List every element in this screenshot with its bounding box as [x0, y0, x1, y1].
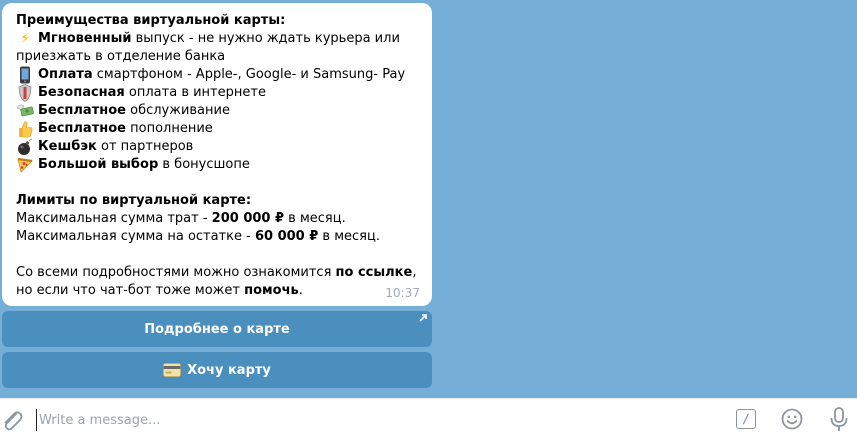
- lightning-icon: ⚡: [20, 31, 30, 47]
- emoji-icon[interactable]: [781, 408, 803, 430]
- external-link-icon: [419, 314, 427, 322]
- message-time: 10:37: [385, 286, 420, 300]
- details-text: Со всеми подробностями можно ознакомится…: [16, 265, 417, 298]
- limits-heading: Лимиты по виртуальной карте:: [16, 193, 252, 208]
- paperclip-icon[interactable]: [0, 408, 24, 434]
- benefits-heading: Преимущества виртуальной карты:: [16, 13, 286, 28]
- benefit-payment: Оплата смартфоном - Apple-, Google- и Sa…: [16, 66, 418, 84]
- limit-balance: Максимальная сумма на остатке - 60 000 ₽…: [16, 229, 380, 244]
- benefit-secure: Безопасная оплата в интернете: [16, 84, 418, 102]
- chat-history: Преимущества виртуальной карты: ⚡ Мгновен…: [0, 0, 857, 398]
- shield-icon: [16, 84, 34, 102]
- more-about-card-label: Подробнее о карте: [144, 321, 290, 337]
- want-card-label: Хочу карту: [187, 362, 271, 378]
- slash-command-icon: /: [743, 412, 749, 426]
- thumbs-up-icon: [16, 120, 34, 138]
- limit-spend: Максимальная сумма трат - 200 000 ₽ в ме…: [16, 211, 346, 226]
- message-input[interactable]: [36, 409, 719, 431]
- benefit-free-topup: Бесплатное пополнение: [16, 120, 418, 138]
- bot-command-button[interactable]: /: [736, 409, 756, 429]
- benefit-cashback: Кешбэк от партнеров: [16, 138, 418, 156]
- bot-message: Преимущества виртуальной карты: ⚡ Мгновен…: [2, 3, 432, 306]
- bomb-icon: [16, 138, 34, 156]
- benefit-bonus-shop: Большой выбор в бонусшопе: [16, 156, 418, 174]
- more-about-card-button[interactable]: Подробнее о карте: [2, 311, 432, 347]
- credit-card-icon: [163, 363, 181, 377]
- message-composer: /: [0, 398, 857, 443]
- want-card-button[interactable]: Хочу карту: [2, 352, 432, 388]
- details-link[interactable]: по ссылке: [336, 265, 413, 280]
- smartphone-icon: [16, 66, 34, 84]
- benefit-instant: ⚡ Мгновенный выпуск - не нужно ждать курь…: [16, 31, 400, 64]
- pizza-icon: [16, 156, 34, 174]
- money-wings-icon: [16, 102, 34, 120]
- microphone-icon[interactable]: [829, 407, 849, 433]
- benefit-free-service: Бесплатное обслуживание: [16, 102, 418, 120]
